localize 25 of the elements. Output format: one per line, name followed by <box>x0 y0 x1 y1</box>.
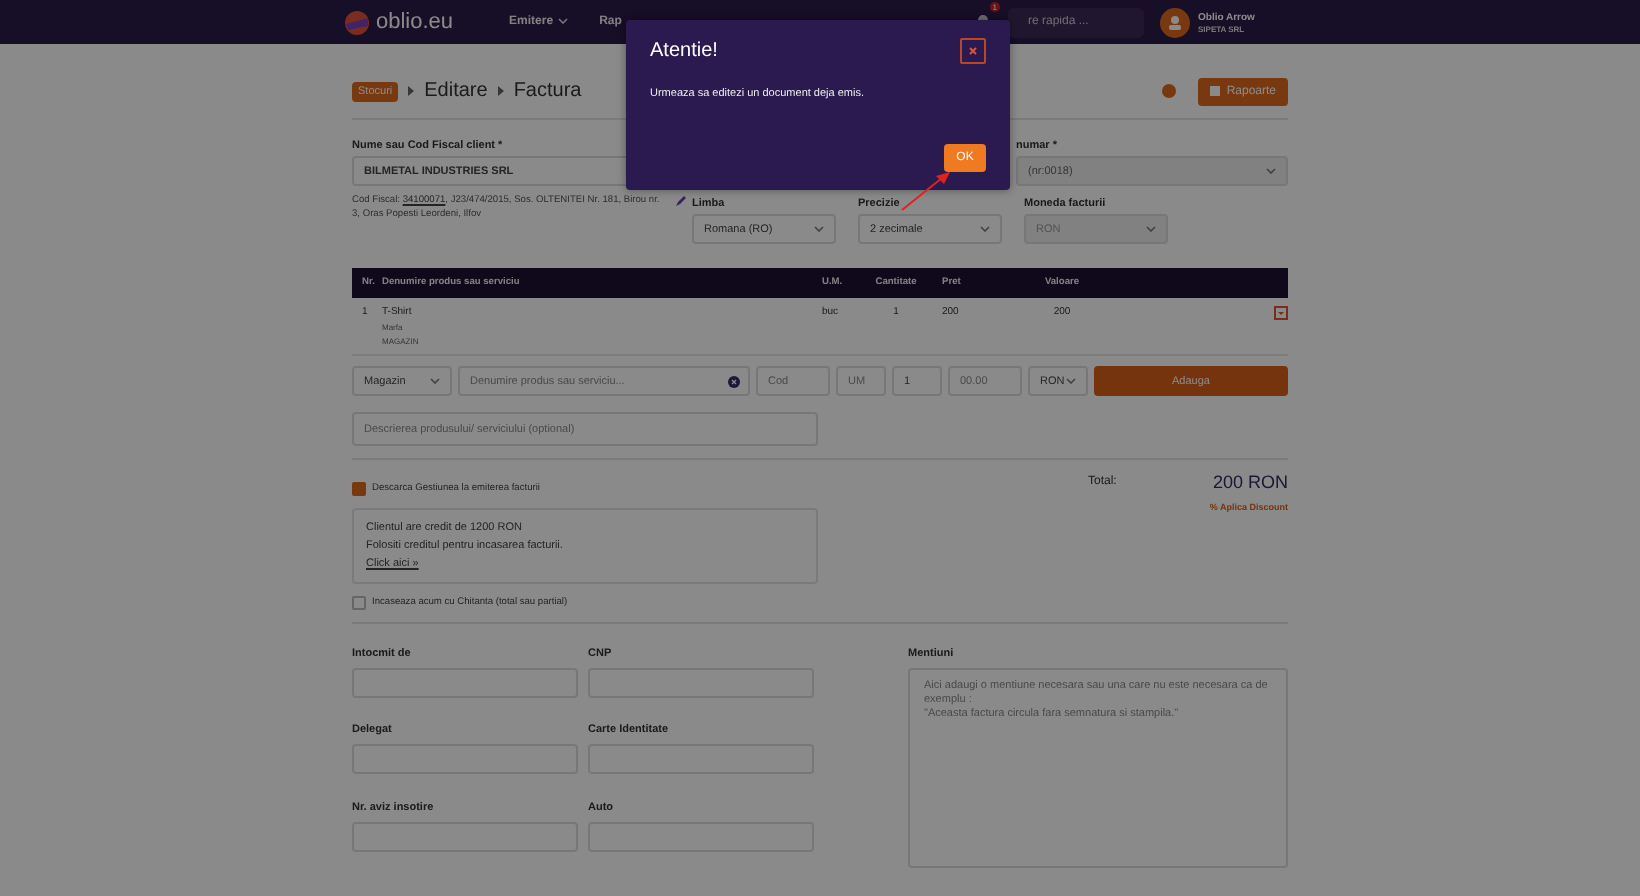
close-button[interactable] <box>960 38 986 64</box>
logo-text[interactable]: oblio.eu <box>376 10 454 34</box>
logo-icon <box>344 9 370 35</box>
checkbox[interactable] <box>352 482 366 496</box>
dialog-title: Atentie! <box>650 40 718 62</box>
chevron-down-icon <box>430 378 440 384</box>
checkbox[interactable] <box>352 596 366 610</box>
annotation-arrow <box>901 172 950 211</box>
caret-icon[interactable] <box>557 18 568 24</box>
chevron-icon <box>408 86 415 96</box>
chevron-icon <box>497 86 504 96</box>
avatar-icon[interactable] <box>1160 7 1190 37</box>
breadcrumb-item: Factura <box>513 80 582 102</box>
help-icon[interactable] <box>1162 84 1177 98</box>
row-menu-icon[interactable] <box>1274 306 1288 320</box>
clear-icon[interactable] <box>728 375 740 387</box>
chevron-down-icon <box>1146 226 1156 232</box>
chevron-down-icon <box>814 226 824 232</box>
pencil-icon[interactable] <box>676 194 688 206</box>
chevron-down-icon <box>1266 168 1276 174</box>
close-icon[interactable] <box>968 46 978 56</box>
chevron-down-icon <box>980 226 990 232</box>
total-value: 200 RON <box>1212 472 1288 492</box>
chevron-down-icon <box>1066 378 1076 384</box>
breadcrumb-item: Editare <box>424 80 488 102</box>
